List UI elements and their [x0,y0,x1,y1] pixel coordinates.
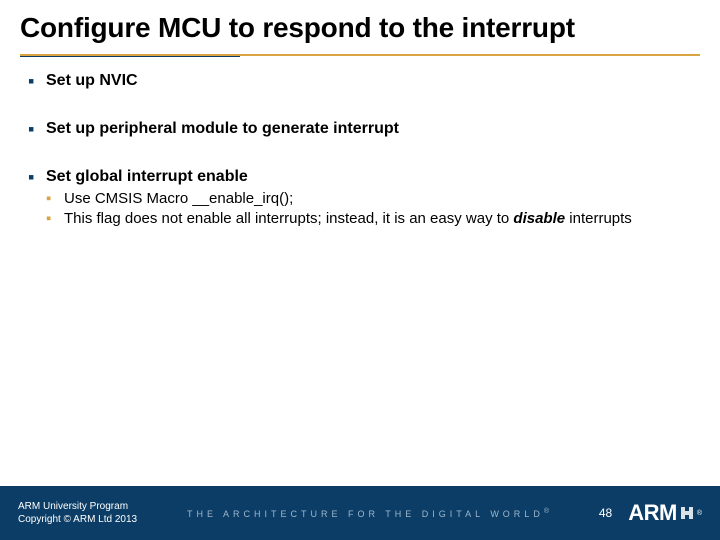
footer-tagline: THE ARCHITECTURE FOR THE DIGITAL WORLD® [187,508,549,519]
bullet-l1: Set global interrupt enable [46,167,248,187]
footer-line1: ARM University Program [18,500,137,513]
slide-body: ▪ Set up NVIC ▪ Set up peripheral module… [0,57,720,540]
page-number: 48 [599,506,612,520]
registered-mark: ® [697,510,702,517]
bullet-l1: Set up peripheral module to generate int… [46,119,399,139]
bullet-l1: Set up NVIC [46,71,138,91]
slide-footer: ARM University Program Copyright © ARM L… [0,486,720,540]
bullet-icon: ▪ [28,167,40,187]
arm-logo-icon [679,505,695,521]
bullet-l2: This flag does not enable all interrupts… [64,209,632,228]
bullet-l2: Use CMSIS Macro __enable_irq(); [64,189,293,208]
arm-logo: ARM ® [628,500,702,526]
bullet-icon: ▪ [28,119,40,139]
footer-line2: Copyright © ARM Ltd 2013 [18,513,137,526]
bullet-icon: ▪ [28,71,40,91]
bullet-icon: ▪ [46,189,58,208]
bullet-icon: ▪ [46,209,58,228]
slide-title: Configure MCU to respond to the interrup… [20,12,700,44]
